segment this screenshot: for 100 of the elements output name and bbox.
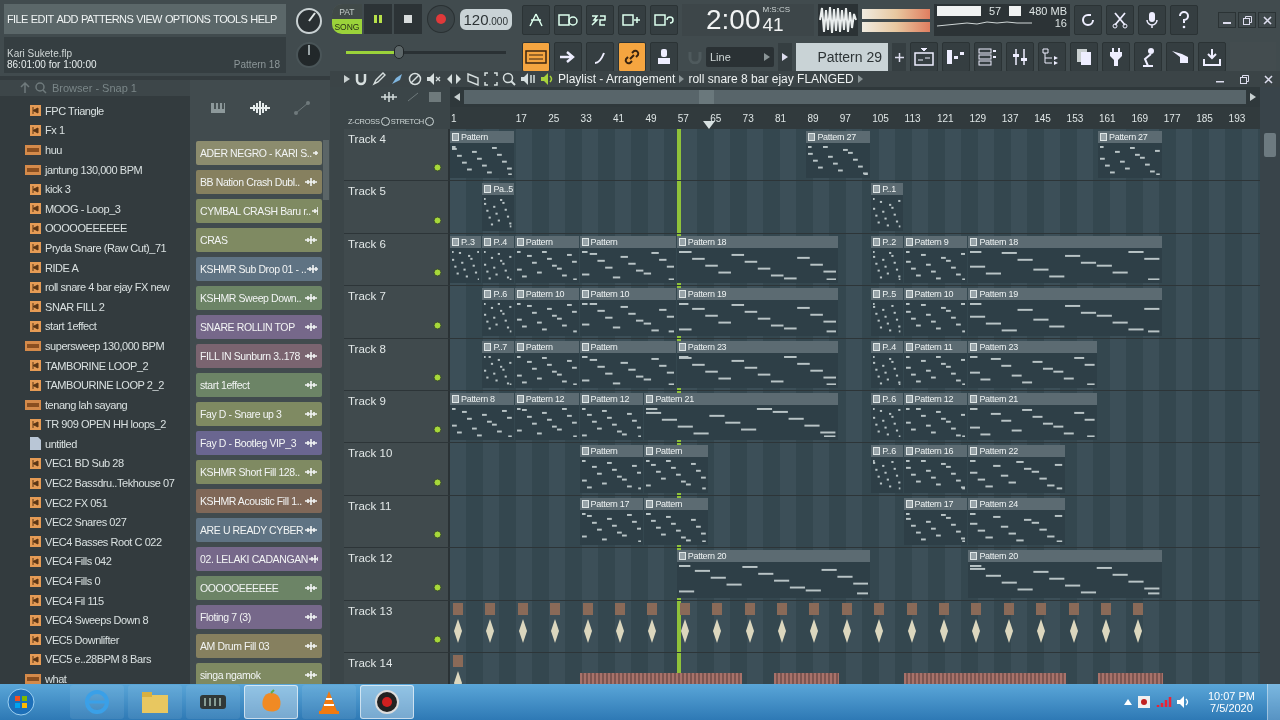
channel-button[interactable]: start 1effect <box>196 373 322 397</box>
menu-item[interactable]: VIEW <box>136 13 162 25</box>
browser-item[interactable]: TAMBOURINE LOOP 2_2 <box>0 375 190 395</box>
pattern-clip[interactable]: Pattern 23 <box>968 340 1097 388</box>
track-header[interactable]: Track 4 <box>344 129 450 181</box>
browser-item[interactable]: RIDE A <box>0 257 190 278</box>
pattern-clip[interactable]: Pattern 20 <box>968 550 1162 598</box>
pattern-clip[interactable]: Pattern <box>644 497 709 546</box>
channel-button[interactable]: SNARE ROLLIN TOP <box>196 315 322 339</box>
track-header[interactable]: Track 10 <box>344 443 450 495</box>
tempo-field[interactable]: 120.000 <box>459 8 512 30</box>
pattern-clip[interactable]: Pattern 18 <box>676 235 838 284</box>
browser-item[interactable]: TR 909 OPEN HH loops_2 <box>0 414 190 435</box>
pattern-clip[interactable]: Pattern 19 <box>676 288 838 336</box>
pattern-clip[interactable]: Pattern 19 <box>968 288 1162 336</box>
pattern-clip[interactable]: Pattern 27 <box>806 131 871 179</box>
channel-button[interactable]: KSHMR Sweep Down.. <box>196 286 322 310</box>
taskbar-clock[interactable]: 10:07 PM 7/5/2020 <box>1195 690 1263 714</box>
pattern-clip[interactable]: Pattern 20 <box>676 550 871 598</box>
pattern-clip[interactable]: Pattern 27 <box>1098 131 1162 179</box>
pattern-clip[interactable]: Pattern 24 <box>968 497 1065 546</box>
channel-button[interactable]: FILL IN Sunburn 3..178 <box>196 344 322 368</box>
channel-button[interactable]: 02. LELAKI CADANGAN <box>196 547 322 571</box>
channel-button[interactable]: singa ngamok <box>196 663 322 684</box>
browser-item[interactable]: VEC4 Basses Root C 022 <box>0 532 190 552</box>
browser-item[interactable]: VEC2 Snares 027 <box>0 512 190 533</box>
browser-item[interactable]: VEC2 FX 051 <box>0 492 190 513</box>
mode-toggle[interactable]: SONG <box>332 19 362 34</box>
pattern-clip[interactable]: Pattern 8 <box>450 392 514 441</box>
browser-item[interactable]: TAMBORINE LOOP_2 <box>0 355 190 376</box>
browser-item[interactable]: Fx 1 <box>0 120 190 141</box>
channel-button[interactable]: KSHMR Acoustic Fill 1.. <box>196 489 322 513</box>
pattern-clip[interactable]: Pattern 10 <box>514 288 579 336</box>
pattern-clip[interactable]: P..7 <box>482 340 514 388</box>
menu-item[interactable]: ADD <box>56 13 78 25</box>
pattern-clip[interactable]: Pattern 22 <box>968 445 1065 493</box>
pattern-clip[interactable]: P..6 <box>482 288 514 336</box>
pattern-clip[interactable]: P..1 <box>871 183 903 231</box>
mode-toggle[interactable]: PAT <box>332 4 362 19</box>
pattern-clip[interactable]: Pattern 10 <box>903 288 968 336</box>
pattern-clip[interactable]: P..3 <box>450 235 482 284</box>
menu-item[interactable]: EDIT <box>30 13 54 25</box>
pattern-clip[interactable]: P..6 <box>871 445 903 493</box>
pattern-clip[interactable]: Pattern 11 <box>903 340 968 388</box>
pattern-clip[interactable]: Pattern <box>514 340 579 388</box>
browser-item[interactable]: supersweep 130,000 BPM <box>0 336 190 356</box>
pattern-clip[interactable]: Pattern 12 <box>903 392 968 441</box>
channel-button[interactable]: CRAS <box>196 228 322 252</box>
track-header[interactable]: Track 9 <box>344 390 450 443</box>
browser-item[interactable]: start 1effect <box>0 316 190 337</box>
pattern-clip[interactable]: Pattern 23 <box>676 340 838 388</box>
track-header[interactable]: Track 12 <box>344 548 450 600</box>
browser-item[interactable]: VEC4 Sweeps Down 8 <box>0 610 190 631</box>
pattern-clip[interactable]: Pattern <box>514 235 579 284</box>
browser-item[interactable]: VEC5 e..28BPM 8 Bars <box>0 649 190 670</box>
pattern-clip[interactable]: Pattern 17 <box>903 497 968 546</box>
browser-item[interactable]: Pryda Snare (Raw Cut)_71 <box>0 238 190 258</box>
pattern-clip[interactable]: P..2 <box>871 235 903 284</box>
channel-button[interactable]: AM Drum Fill 03 <box>196 634 322 658</box>
pattern-clip[interactable]: Pattern 10 <box>579 288 676 336</box>
pattern-clip[interactable]: Pattern <box>579 445 644 493</box>
pattern-clip[interactable]: Pattern <box>579 235 676 284</box>
track-header[interactable]: Track 7 <box>344 286 450 338</box>
browser-item[interactable]: FPC Triangle <box>0 101 190 121</box>
track-header[interactable]: Track 11 <box>344 495 450 548</box>
channel-button[interactable]: KSHMR Short Fill 128.. <box>196 460 322 484</box>
track-header[interactable]: Track 14 <box>344 652 450 684</box>
track-header[interactable]: Track 13 <box>344 600 450 652</box>
menu-item[interactable]: HELP <box>250 13 277 25</box>
browser-item[interactable]: VEC2 Bassdru..Tekhouse 07 <box>0 473 190 493</box>
track-header[interactable]: Track 6 <box>344 233 450 286</box>
menu-item[interactable]: PATTERNS <box>80 13 134 25</box>
pattern-clip[interactable]: Pattern 12 <box>579 392 644 441</box>
pattern-clip[interactable]: Pattern 21 <box>968 392 1097 441</box>
browser-item[interactable]: jantung 130,000 BPM <box>0 159 190 180</box>
track-header[interactable]: Track 5 <box>344 181 450 233</box>
channel-button[interactable]: Fay D - Bootleg VIP_3 <box>196 431 322 455</box>
pattern-clip[interactable]: Pattern 21 <box>644 392 838 441</box>
browser-item[interactable]: MOOG - Loop_3 <box>0 198 190 219</box>
channel-button[interactable]: Fay D - Snare up 3 <box>196 402 322 426</box>
pattern-clip[interactable]: Pattern 18 <box>968 235 1162 284</box>
pattern-clip[interactable]: Pattern 9 <box>903 235 968 284</box>
pattern-selector[interactable]: Pattern 29 <box>796 43 888 71</box>
pattern-clip[interactable]: P..6 <box>871 392 903 441</box>
browser-item[interactable]: VEC5 Downlifter <box>0 630 190 650</box>
pattern-clip[interactable]: Pa..5 <box>482 183 514 231</box>
browser-item[interactable]: VEC4 Fil 115 <box>0 590 190 611</box>
menu-item[interactable]: FILE <box>7 13 28 25</box>
menu-item[interactable]: OPTIONS <box>164 13 211 25</box>
browser-item[interactable]: untitled <box>0 434 190 454</box>
pattern-clip[interactable]: Pattern <box>579 340 676 388</box>
channel-button[interactable]: CYMBAL CRASH Baru r.. <box>196 199 322 223</box>
channel-button[interactable]: Floting 7 (3) <box>196 605 322 629</box>
browser-item[interactable]: what <box>0 669 190 684</box>
snap-dropdown[interactable]: Line <box>706 47 774 67</box>
channel-button[interactable]: BB Nation Crash Dubl.. <box>196 170 322 194</box>
track-header[interactable]: Track 8 <box>344 338 450 390</box>
pattern-clip[interactable]: P..5 <box>871 288 903 336</box>
channel-button[interactable]: OOOOOEEEEEE <box>196 576 322 600</box>
channel-button[interactable]: ARE U READY CYBER <box>196 518 322 542</box>
